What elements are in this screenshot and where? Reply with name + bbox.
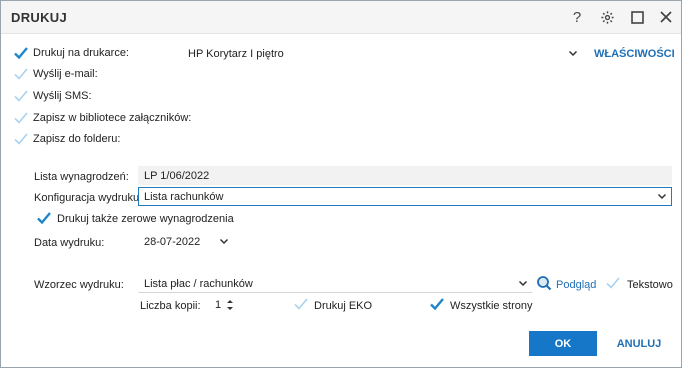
eko-label: Drukuj EKO	[314, 300, 373, 312]
title-bar: DRUKUJ ?	[1, 1, 681, 34]
config-value: Lista rachunków	[144, 191, 224, 203]
chevron-down-icon	[518, 280, 528, 287]
library-label: Zapisz w bibliotece załączników:	[33, 112, 192, 124]
copies-stepper[interactable]: 1	[200, 295, 236, 314]
library-checkbox[interactable]	[13, 110, 29, 126]
folder-label: Zapisz do folderu:	[33, 133, 121, 145]
spinner-icon[interactable]	[225, 298, 235, 312]
template-value: Lista płac / rachunków	[144, 278, 253, 290]
config-select[interactable]: Lista rachunków	[138, 187, 672, 206]
eko-checkbox[interactable]	[293, 296, 309, 312]
print-dialog: DRUKUJ ? Drukuj na drukarce: Wyślij e-ma…	[0, 0, 682, 368]
help-icon[interactable]: ?	[567, 7, 587, 27]
zero-salaries-checkbox[interactable]	[36, 210, 52, 226]
sms-checkbox[interactable]	[13, 88, 29, 104]
all-pages-label: Wszystkie strony	[450, 300, 533, 312]
template-select[interactable]: Lista płac / rachunków	[138, 274, 533, 293]
copies-label: Liczba kopii:	[140, 300, 201, 312]
print-date-label: Data wydruku:	[34, 237, 105, 249]
config-label: Konfiguracja wydruku:	[34, 192, 143, 204]
copies-value: 1	[215, 299, 222, 311]
template-label: Wzorzec wydruku:	[34, 279, 124, 291]
print-date-value: 28-07-2022	[144, 236, 201, 248]
payroll-field: LP 1/06/2022	[138, 166, 672, 185]
cancel-button[interactable]: ANULUJ	[607, 331, 671, 356]
gear-icon[interactable]	[597, 7, 617, 27]
all-pages-checkbox[interactable]	[429, 296, 445, 312]
email-label: Wyślij e-mail:	[33, 68, 98, 80]
text-mode-label: Tekstowo	[627, 279, 673, 291]
dialog-title: DRUKUJ	[11, 10, 67, 25]
text-mode-checkbox[interactable]	[605, 275, 621, 291]
chevron-down-icon	[219, 238, 229, 245]
printer-select[interactable]: HP Korytarz I piętro	[182, 44, 583, 63]
ok-button[interactable]: OK	[529, 331, 597, 356]
printer-properties-link[interactable]: WŁAŚCIWOŚCI	[594, 48, 675, 60]
printer-value: HP Korytarz I piętro	[188, 48, 284, 60]
print-checkbox[interactable]	[13, 45, 29, 61]
sms-label: Wyślij SMS:	[33, 90, 92, 102]
folder-checkbox[interactable]	[13, 131, 29, 147]
magnifier-icon[interactable]	[536, 275, 552, 291]
maximize-icon[interactable]	[627, 7, 647, 27]
preview-link[interactable]: Podgląd	[556, 279, 596, 291]
chevron-down-icon	[657, 193, 667, 200]
payroll-value: LP 1/06/2022	[144, 170, 210, 182]
chevron-down-icon	[568, 50, 578, 57]
print-date-picker[interactable]: 28-07-2022	[138, 232, 234, 251]
payroll-label: Lista wynagrodzeń:	[34, 171, 129, 183]
email-checkbox[interactable]	[13, 66, 29, 82]
zero-salaries-label: Drukuj także zerowe wynagrodzenia	[57, 213, 234, 225]
print-label: Drukuj na drukarce:	[33, 47, 129, 59]
close-icon[interactable]	[656, 7, 676, 27]
